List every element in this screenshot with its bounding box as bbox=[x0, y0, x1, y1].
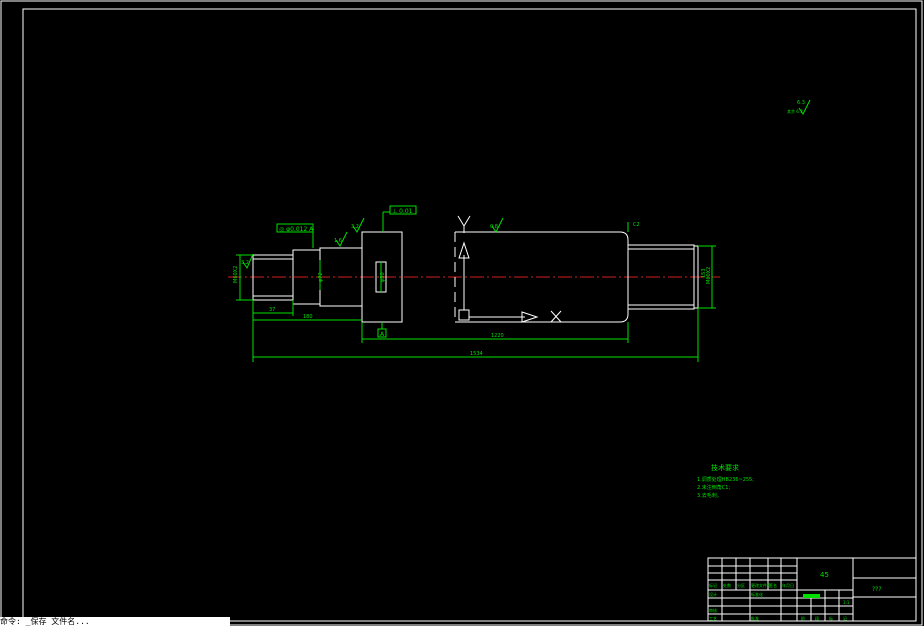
dimension-lines bbox=[236, 211, 716, 362]
tb-bar bbox=[803, 594, 820, 598]
dim-chamfer: C2 bbox=[633, 222, 640, 228]
tb-stage-3: 标 bbox=[829, 615, 833, 621]
tb-row-label-4: 更改文件号 bbox=[751, 582, 771, 588]
dim-total: 1534 bbox=[470, 351, 483, 357]
dim-body-len: 1220 bbox=[491, 333, 504, 339]
svg-text:3.2: 3.2 bbox=[351, 224, 359, 230]
svg-text:1.6: 1.6 bbox=[334, 238, 342, 244]
roughness-marks bbox=[242, 99, 811, 270]
tb-row-label-2: 处数 bbox=[723, 582, 731, 588]
drawing-canvas[interactable]: Y X ◎ φ0.012 A ⊥ 0.01 A M60X2 37 180 122… bbox=[0, 0, 924, 626]
svg-text:◎ φ0.012 A: ◎ φ0.012 A bbox=[279, 226, 314, 233]
tb-scale: 1:1 bbox=[843, 600, 850, 605]
dim-left-end: M60X2 bbox=[233, 266, 239, 283]
cad-drawing-window[interactable]: Y X ◎ φ0.012 A ⊥ 0.01 A M60X2 37 180 122… bbox=[0, 0, 924, 626]
svg-text:⊥ 0.01: ⊥ 0.01 bbox=[392, 208, 413, 215]
outer-frame bbox=[0, 0, 923, 626]
roughness-values: 3.2 1.6 3.2 0.8 6.3 其余 6.3 bbox=[241, 100, 805, 266]
roughness-note: 其余 6.3 bbox=[787, 108, 803, 114]
svg-text:3.2: 3.2 bbox=[241, 260, 249, 266]
datum-marker: A bbox=[377, 328, 387, 338]
dimension-texts: M60X2 37 180 1220 1534 M60X2 153 C2 φ72 … bbox=[233, 222, 712, 357]
svg-text:6.3: 6.3 bbox=[797, 100, 805, 106]
tb-part-name: ??? bbox=[872, 586, 882, 593]
title-block bbox=[707, 557, 917, 622]
tb-cell-design: 设计 bbox=[709, 591, 717, 597]
tb-row-label-6: 年月日 bbox=[782, 582, 794, 588]
tolerance-frame-a: ◎ φ0.012 A bbox=[276, 223, 314, 233]
svg-text:0.8: 0.8 bbox=[490, 224, 498, 230]
tb-cell-review: 审核 bbox=[709, 607, 717, 613]
tb-cell-standard: 标准化 bbox=[751, 591, 763, 597]
tb-cell-approve: 批准 bbox=[751, 615, 759, 621]
dim-left-len: 37 bbox=[269, 307, 275, 313]
tb-row-label-1: 标记 bbox=[709, 582, 717, 588]
tech-req-title: 技术要求 bbox=[711, 463, 739, 472]
tb-row-label-5: 签名 bbox=[769, 582, 777, 588]
dim-mid-dia: φ72 bbox=[318, 272, 324, 282]
tb-stage-1: 阶 bbox=[801, 615, 805, 621]
dim-mid-len: 180 bbox=[303, 314, 313, 320]
dim-right-len: 153 bbox=[701, 268, 707, 278]
tech-req-item-1: 1.调质处理HB236~255; bbox=[697, 476, 754, 483]
command-line[interactable]: 命令: _保存 文件名... bbox=[0, 617, 230, 626]
tb-stage-4: 记 bbox=[843, 615, 847, 621]
tb-stage-2: 段 bbox=[815, 615, 819, 621]
tb-cell-process: 工艺 bbox=[709, 616, 717, 621]
tb-material: 45 bbox=[820, 571, 829, 579]
tech-requirements: 技术要求 1.调质处理HB236~255; 2.未注倒角C1; 3.去毛刺。 bbox=[697, 463, 754, 499]
dim-flange-dia: φ80 bbox=[380, 272, 386, 282]
tech-req-item-2: 2.未注倒角C1; bbox=[697, 484, 730, 491]
tech-req-item-3: 3.去毛刺。 bbox=[697, 492, 722, 499]
tolerance-frame-b: ⊥ 0.01 bbox=[389, 205, 417, 215]
tb-row-label-3: 分区 bbox=[737, 582, 745, 588]
